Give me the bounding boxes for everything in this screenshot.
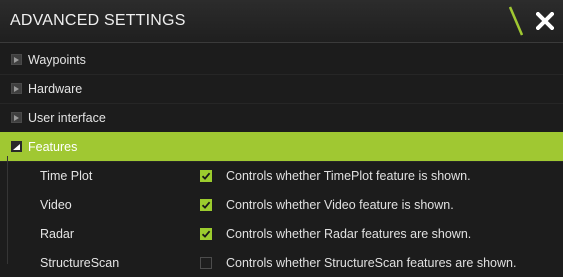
feature-row-structurescan: StructureScan Controls whether Structure… [0,248,563,277]
accent-slash-icon [509,6,523,36]
feature-name: Time Plot [40,168,93,183]
expand-arrow-icon[interactable] [11,83,22,94]
category-waypoints[interactable]: Waypoints [0,45,563,75]
category-label: Waypoints [28,52,86,67]
title-bar: ADVANCED SETTINGS [0,0,563,43]
checkmark-icon [201,230,211,238]
feature-checkbox[interactable] [200,227,212,240]
category-hardware[interactable]: Hardware [0,74,563,104]
feature-description: Controls whether Video feature is shown. [226,197,454,212]
category-user-interface[interactable]: User interface [0,103,563,133]
dialog-title: ADVANCED SETTINGS [10,12,186,29]
expand-arrow-icon[interactable] [11,112,22,123]
checkmark-icon [201,201,211,209]
category-label: Features [28,139,78,154]
tree-indent-line [7,156,8,264]
feature-description: Controls whether StructureScan features … [226,255,517,270]
feature-description: Controls whether TimePlot feature is sho… [226,168,471,183]
category-label: User interface [28,110,106,125]
feature-checkbox[interactable] [200,198,212,211]
feature-row-radar: Radar Controls whether Radar features ar… [0,219,563,248]
settings-list: Waypoints Hardware User interface Featur… [0,45,563,270]
feature-name: Video [40,197,72,212]
feature-checkbox[interactable] [200,169,212,182]
collapse-arrow-icon[interactable] [11,141,22,152]
feature-row-video: Video Controls whether Video feature is … [0,190,563,219]
feature-checkbox[interactable] [200,256,212,269]
category-label: Hardware [28,81,83,96]
feature-name: StructureScan [40,255,120,270]
feature-description: Controls whether Radar features are show… [226,226,472,241]
category-features[interactable]: Features [0,132,563,162]
expand-arrow-icon[interactable] [11,54,22,65]
feature-row-time-plot: Time Plot Controls whether TimePlot feat… [0,161,563,190]
close-button[interactable] [527,0,563,42]
checkmark-icon [201,172,211,180]
close-icon [536,12,554,30]
feature-name: Radar [40,226,75,241]
